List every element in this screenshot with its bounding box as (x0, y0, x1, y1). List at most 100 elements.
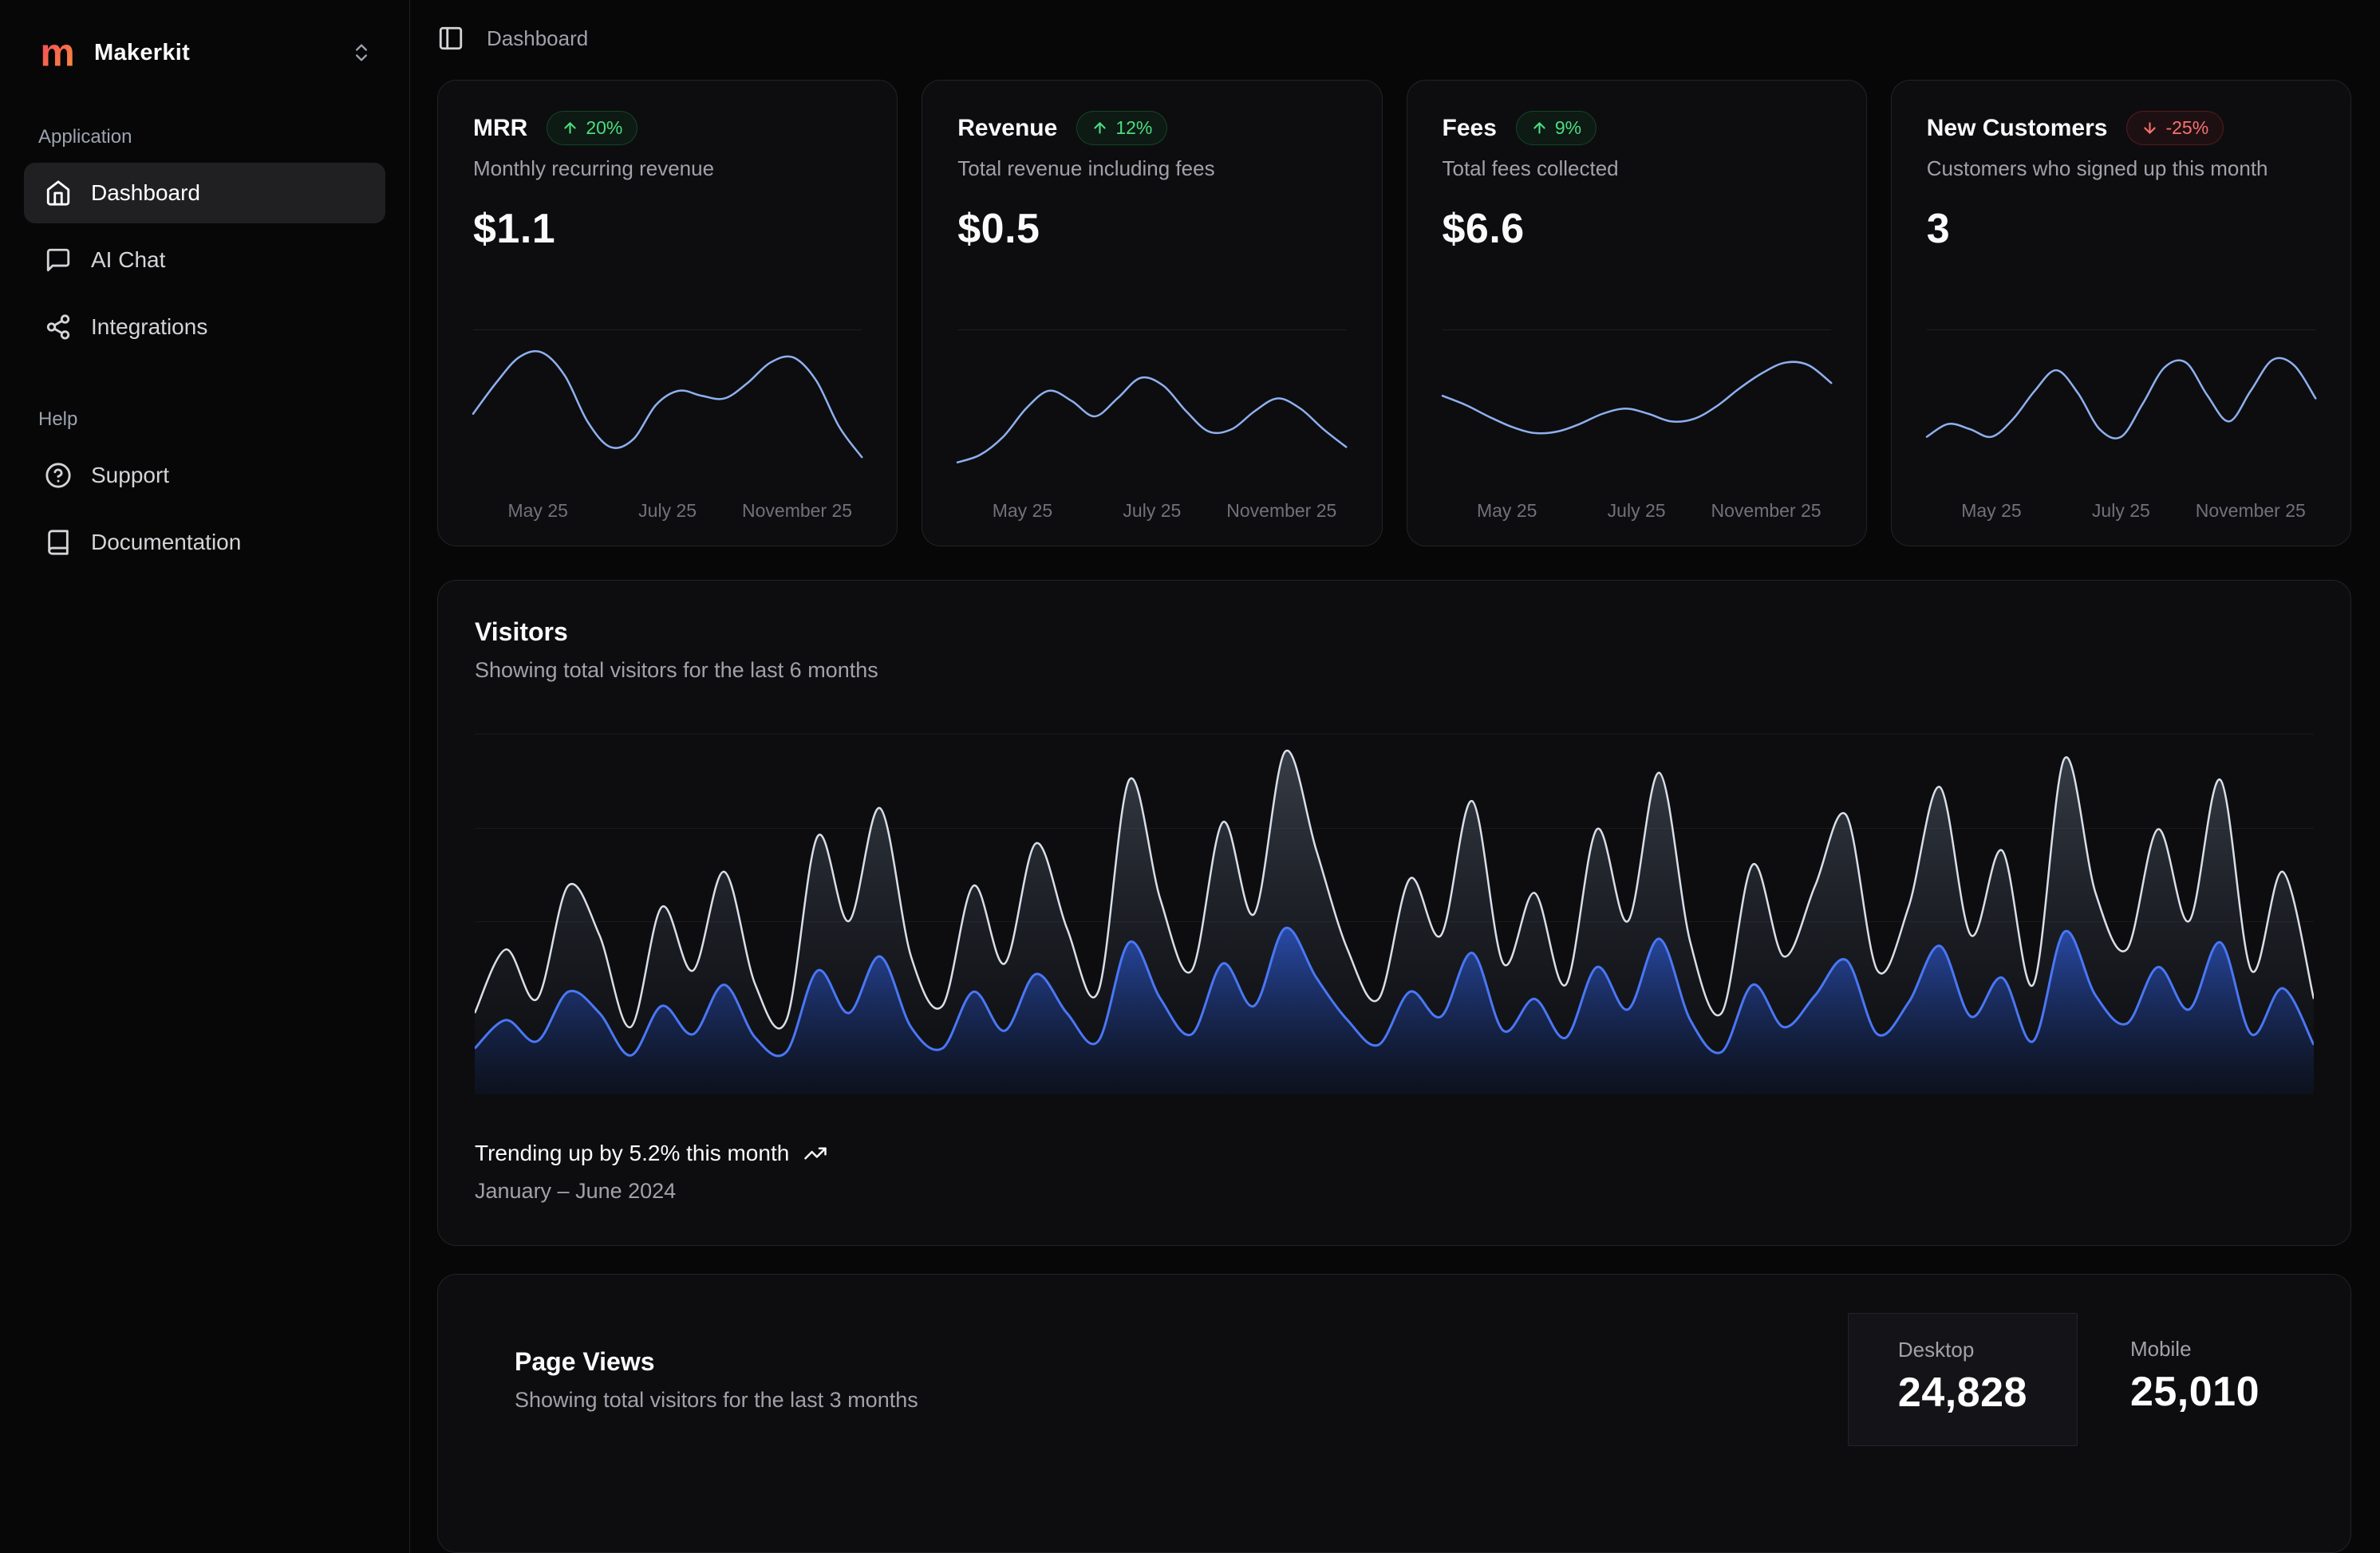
stat-card-new-customers: New Customers -25% Customers who signed … (1891, 80, 2351, 546)
stat-value: $0.5 (957, 205, 1346, 253)
sidebar-item-dashboard[interactable]: Dashboard (24, 163, 385, 223)
visitors-card: Visitors Showing total visitors for the … (437, 580, 2351, 1246)
sparkline-x-axis: May 25 July 25 November 25 (473, 500, 862, 525)
badge-value: -25% (2165, 117, 2208, 139)
mobile-stat-toggle[interactable]: Mobile 25,010 (2081, 1313, 2309, 1446)
home-icon (45, 179, 72, 207)
badge-value: 9% (1555, 117, 1581, 139)
share-icon (45, 313, 72, 341)
period-text: January – June 2024 (475, 1179, 2314, 1204)
x-tick: November 25 (1217, 500, 1346, 522)
sparkline: May 25 July 25 November 25 (1927, 329, 2315, 525)
sidebar-item-label: AI Chat (91, 247, 165, 273)
page-views-heading: Page Views Showing total visitors for th… (515, 1347, 918, 1413)
sparkline-x-axis: May 25 July 25 November 25 (957, 500, 1346, 525)
x-tick: May 25 (957, 500, 1087, 522)
chevrons-up-down-icon (350, 41, 373, 64)
workspace-name: Makerkit (94, 40, 190, 66)
sparkline-x-axis: May 25 July 25 November 25 (1443, 500, 1831, 525)
main-content: Dashboard MRR 20% Monthly recurring reve… (410, 0, 2380, 1553)
stat-subtitle: Total fees collected (1443, 156, 1831, 181)
stat-title: New Customers (1927, 115, 2108, 142)
x-tick: May 25 (1443, 500, 1572, 522)
x-tick: November 25 (2186, 500, 2315, 522)
trend-badge: -25% (2126, 111, 2224, 145)
stat-value: $6.6 (1443, 205, 1831, 253)
badge-value: 20% (586, 117, 622, 139)
sidebar-item-label: Support (91, 463, 169, 488)
sidebar-item-label: Dashboard (91, 180, 200, 206)
chat-icon (45, 246, 72, 274)
arrow-up-icon (1091, 120, 1108, 136)
mrr-sparkline-chart (473, 335, 862, 487)
badge-value: 12% (1115, 117, 1152, 139)
stat-title: Revenue (957, 115, 1057, 142)
page-views-title: Page Views (515, 1347, 918, 1377)
x-tick: November 25 (732, 500, 862, 522)
mobile-label: Mobile (2130, 1337, 2260, 1362)
trend-badge: 9% (1516, 111, 1597, 145)
x-tick: July 25 (1572, 500, 1701, 522)
stat-card-revenue: Revenue 12% Total revenue including fees… (922, 80, 1382, 546)
x-tick: July 25 (2056, 500, 2185, 522)
topbar: Dashboard (437, 24, 2351, 53)
page-views-card: Page Views Showing total visitors for th… (437, 1274, 2351, 1553)
x-tick: July 25 (1087, 500, 1217, 522)
desktop-value: 24,828 (1898, 1369, 2027, 1417)
help-nav: Support Documentation (24, 445, 385, 573)
section-label-help: Help (24, 408, 385, 431)
sidebar-item-integrations[interactable]: Integrations (24, 297, 385, 357)
page-views-toggles: Desktop 24,828 Mobile 25,010 (1848, 1313, 2309, 1446)
sidebar-item-documentation[interactable]: Documentation (24, 512, 385, 573)
trend-text: Trending up by 5.2% this month (475, 1141, 789, 1166)
new-customers-sparkline-chart (1927, 335, 2315, 487)
stat-card-fees: Fees 9% Total fees collected $6.6 May 25… (1407, 80, 1867, 546)
application-nav: Dashboard AI Chat Integrations (24, 163, 385, 357)
makerkit-logo-icon: m (37, 32, 78, 73)
trend-badge: 20% (547, 111, 637, 145)
revenue-sparkline-chart (957, 335, 1346, 487)
panel-left-toggle-icon[interactable] (437, 25, 464, 52)
stat-subtitle: Customers who signed up this month (1927, 156, 2315, 181)
visitors-subtitle: Showing total visitors for the last 6 mo… (475, 658, 2314, 683)
fees-sparkline-chart (1443, 335, 1831, 487)
x-tick: May 25 (1927, 500, 2056, 522)
sidebar-item-support[interactable]: Support (24, 445, 385, 506)
section-label-application: Application (24, 126, 385, 148)
visitors-footer: Trending up by 5.2% this month January –… (475, 1141, 2314, 1204)
x-tick: May 25 (473, 500, 602, 522)
sidebar-item-ai-chat[interactable]: AI Chat (24, 230, 385, 290)
visitors-chart (475, 734, 2314, 1094)
sparkline: May 25 July 25 November 25 (957, 329, 1346, 525)
help-circle-icon (45, 462, 72, 489)
sparkline-x-axis: May 25 July 25 November 25 (1927, 500, 2315, 525)
workspace-selector[interactable]: m Makerkit (24, 22, 385, 83)
visitors-area-chart (475, 734, 2314, 1094)
desktop-label: Desktop (1898, 1338, 2027, 1362)
desktop-stat-toggle[interactable]: Desktop 24,828 (1848, 1313, 2078, 1446)
stat-subtitle: Total revenue including fees (957, 156, 1346, 181)
sparkline: May 25 July 25 November 25 (1443, 329, 1831, 525)
sidebar: m Makerkit Application Dashboard AI Chat… (0, 0, 410, 1553)
svg-text:m: m (40, 32, 74, 73)
x-tick: November 25 (1701, 500, 1830, 522)
stat-title: MRR (473, 115, 527, 142)
stat-value: 3 (1927, 205, 2315, 253)
x-tick: July 25 (602, 500, 732, 522)
mobile-value: 25,010 (2130, 1368, 2260, 1416)
book-icon (45, 529, 72, 556)
stat-cards-row: MRR 20% Monthly recurring revenue $1.1 M… (437, 80, 2351, 546)
arrow-up-icon (562, 120, 578, 136)
sidebar-item-label: Integrations (91, 314, 207, 340)
arrow-up-icon (1531, 120, 1548, 136)
stat-value: $1.1 (473, 205, 862, 253)
sparkline: May 25 July 25 November 25 (473, 329, 862, 525)
stat-title: Fees (1443, 115, 1497, 142)
trending-up-icon (803, 1141, 827, 1165)
page-views-subtitle: Showing total visitors for the last 3 mo… (515, 1388, 918, 1413)
breadcrumb[interactable]: Dashboard (487, 26, 588, 51)
sidebar-item-label: Documentation (91, 530, 241, 555)
trend-badge: 12% (1076, 111, 1167, 145)
visitors-title: Visitors (475, 617, 2314, 647)
arrow-down-icon (2141, 120, 2158, 136)
